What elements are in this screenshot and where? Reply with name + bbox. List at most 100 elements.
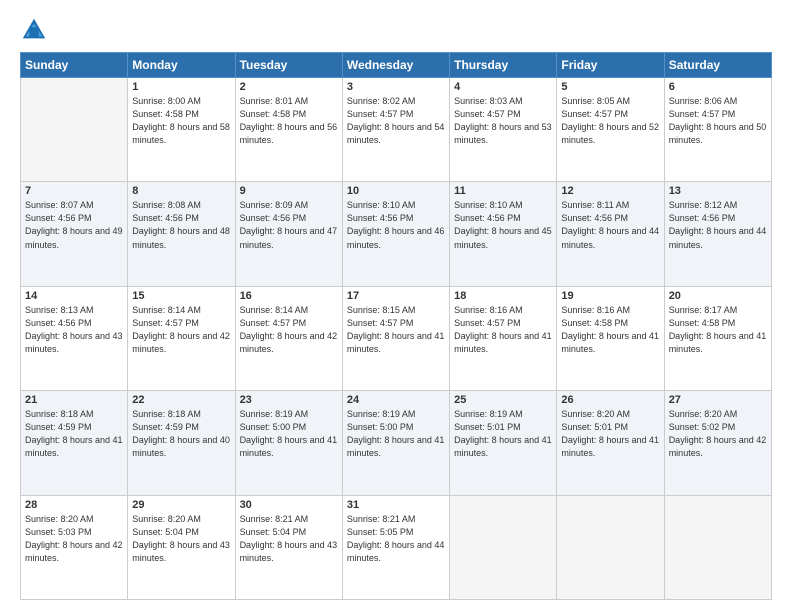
sunset: Sunset: 4:56 PM [347, 213, 414, 223]
sunset: Sunset: 4:57 PM [454, 318, 521, 328]
day-info: Sunrise: 8:10 AM Sunset: 4:56 PM Dayligh… [454, 199, 552, 251]
sunrise: Sunrise: 8:20 AM [669, 409, 738, 419]
sunset: Sunset: 5:03 PM [25, 527, 92, 537]
day-number: 1 [132, 81, 230, 93]
daylight: Daylight: 8 hours and 43 minutes. [25, 331, 123, 354]
sunset: Sunset: 5:04 PM [240, 527, 307, 537]
day-info: Sunrise: 8:01 AM Sunset: 4:58 PM Dayligh… [240, 95, 338, 147]
sunrise: Sunrise: 8:14 AM [132, 305, 201, 315]
logo [20, 16, 52, 44]
day-info: Sunrise: 8:13 AM Sunset: 4:56 PM Dayligh… [25, 304, 123, 356]
day-info: Sunrise: 8:20 AM Sunset: 5:02 PM Dayligh… [669, 408, 767, 460]
sunrise: Sunrise: 8:00 AM [132, 96, 201, 106]
daylight: Daylight: 8 hours and 44 minutes. [669, 226, 767, 249]
sunrise: Sunrise: 8:10 AM [347, 200, 416, 210]
calendar-cell: 12 Sunrise: 8:11 AM Sunset: 4:56 PM Dayl… [557, 182, 664, 286]
sunrise: Sunrise: 8:19 AM [454, 409, 523, 419]
day-number: 17 [347, 290, 445, 302]
day-info: Sunrise: 8:08 AM Sunset: 4:56 PM Dayligh… [132, 199, 230, 251]
week-row-2: 7 Sunrise: 8:07 AM Sunset: 4:56 PM Dayli… [21, 182, 772, 286]
week-row-3: 14 Sunrise: 8:13 AM Sunset: 4:56 PM Dayl… [21, 286, 772, 390]
calendar-cell: 19 Sunrise: 8:16 AM Sunset: 4:58 PM Dayl… [557, 286, 664, 390]
calendar-cell: 26 Sunrise: 8:20 AM Sunset: 5:01 PM Dayl… [557, 391, 664, 495]
sunrise: Sunrise: 8:19 AM [347, 409, 416, 419]
sunrise: Sunrise: 8:12 AM [669, 200, 738, 210]
day-number: 2 [240, 81, 338, 93]
sunset: Sunset: 5:00 PM [240, 422, 307, 432]
day-number: 19 [561, 290, 659, 302]
sunrise: Sunrise: 8:13 AM [25, 305, 94, 315]
daylight: Daylight: 8 hours and 56 minutes. [240, 122, 338, 145]
day-number: 7 [25, 185, 123, 197]
sunrise: Sunrise: 8:19 AM [240, 409, 309, 419]
calendar-cell [21, 78, 128, 182]
calendar-cell: 22 Sunrise: 8:18 AM Sunset: 4:59 PM Dayl… [128, 391, 235, 495]
day-info: Sunrise: 8:18 AM Sunset: 4:59 PM Dayligh… [25, 408, 123, 460]
col-header-friday: Friday [557, 53, 664, 78]
sunset: Sunset: 4:57 PM [132, 318, 199, 328]
daylight: Daylight: 8 hours and 41 minutes. [347, 435, 445, 458]
daylight: Daylight: 8 hours and 41 minutes. [561, 331, 659, 354]
daylight: Daylight: 8 hours and 42 minutes. [25, 540, 123, 563]
sunrise: Sunrise: 8:09 AM [240, 200, 309, 210]
calendar-cell: 27 Sunrise: 8:20 AM Sunset: 5:02 PM Dayl… [664, 391, 771, 495]
day-number: 30 [240, 499, 338, 511]
day-number: 11 [454, 185, 552, 197]
sunrise: Sunrise: 8:14 AM [240, 305, 309, 315]
calendar-cell: 8 Sunrise: 8:08 AM Sunset: 4:56 PM Dayli… [128, 182, 235, 286]
sunset: Sunset: 4:57 PM [240, 318, 307, 328]
sunset: Sunset: 4:56 PM [454, 213, 521, 223]
col-header-sunday: Sunday [21, 53, 128, 78]
calendar-cell: 16 Sunrise: 8:14 AM Sunset: 4:57 PM Dayl… [235, 286, 342, 390]
sunset: Sunset: 4:58 PM [669, 318, 736, 328]
sunrise: Sunrise: 8:02 AM [347, 96, 416, 106]
day-info: Sunrise: 8:15 AM Sunset: 4:57 PM Dayligh… [347, 304, 445, 356]
sunset: Sunset: 5:04 PM [132, 527, 199, 537]
week-row-5: 28 Sunrise: 8:20 AM Sunset: 5:03 PM Dayl… [21, 495, 772, 599]
day-info: Sunrise: 8:18 AM Sunset: 4:59 PM Dayligh… [132, 408, 230, 460]
sunset: Sunset: 5:05 PM [347, 527, 414, 537]
calendar-cell: 15 Sunrise: 8:14 AM Sunset: 4:57 PM Dayl… [128, 286, 235, 390]
daylight: Daylight: 8 hours and 54 minutes. [347, 122, 445, 145]
day-info: Sunrise: 8:20 AM Sunset: 5:03 PM Dayligh… [25, 513, 123, 565]
day-number: 20 [669, 290, 767, 302]
calendar-cell: 31 Sunrise: 8:21 AM Sunset: 5:05 PM Dayl… [342, 495, 449, 599]
day-info: Sunrise: 8:20 AM Sunset: 5:01 PM Dayligh… [561, 408, 659, 460]
day-info: Sunrise: 8:17 AM Sunset: 4:58 PM Dayligh… [669, 304, 767, 356]
sunset: Sunset: 5:02 PM [669, 422, 736, 432]
day-number: 28 [25, 499, 123, 511]
col-header-tuesday: Tuesday [235, 53, 342, 78]
calendar-cell [450, 495, 557, 599]
sunset: Sunset: 4:57 PM [561, 109, 628, 119]
calendar-cell: 2 Sunrise: 8:01 AM Sunset: 4:58 PM Dayli… [235, 78, 342, 182]
sunrise: Sunrise: 8:05 AM [561, 96, 630, 106]
sunrise: Sunrise: 8:11 AM [561, 200, 629, 210]
daylight: Daylight: 8 hours and 43 minutes. [132, 540, 230, 563]
day-number: 4 [454, 81, 552, 93]
logo-icon [20, 16, 48, 44]
daylight: Daylight: 8 hours and 50 minutes. [669, 122, 767, 145]
calendar-cell: 30 Sunrise: 8:21 AM Sunset: 5:04 PM Dayl… [235, 495, 342, 599]
day-info: Sunrise: 8:16 AM Sunset: 4:58 PM Dayligh… [561, 304, 659, 356]
calendar-cell: 7 Sunrise: 8:07 AM Sunset: 4:56 PM Dayli… [21, 182, 128, 286]
day-info: Sunrise: 8:05 AM Sunset: 4:57 PM Dayligh… [561, 95, 659, 147]
calendar-cell: 25 Sunrise: 8:19 AM Sunset: 5:01 PM Dayl… [450, 391, 557, 495]
daylight: Daylight: 8 hours and 41 minutes. [669, 331, 767, 354]
daylight: Daylight: 8 hours and 41 minutes. [561, 435, 659, 458]
sunrise: Sunrise: 8:18 AM [25, 409, 94, 419]
calendar-cell: 21 Sunrise: 8:18 AM Sunset: 4:59 PM Dayl… [21, 391, 128, 495]
daylight: Daylight: 8 hours and 58 minutes. [132, 122, 230, 145]
calendar-cell: 28 Sunrise: 8:20 AM Sunset: 5:03 PM Dayl… [21, 495, 128, 599]
calendar-cell: 4 Sunrise: 8:03 AM Sunset: 4:57 PM Dayli… [450, 78, 557, 182]
day-number: 13 [669, 185, 767, 197]
day-info: Sunrise: 8:06 AM Sunset: 4:57 PM Dayligh… [669, 95, 767, 147]
sunset: Sunset: 4:58 PM [240, 109, 307, 119]
day-info: Sunrise: 8:10 AM Sunset: 4:56 PM Dayligh… [347, 199, 445, 251]
daylight: Daylight: 8 hours and 47 minutes. [240, 226, 338, 249]
calendar-cell: 20 Sunrise: 8:17 AM Sunset: 4:58 PM Dayl… [664, 286, 771, 390]
sunrise: Sunrise: 8:07 AM [25, 200, 94, 210]
sunrise: Sunrise: 8:17 AM [669, 305, 738, 315]
daylight: Daylight: 8 hours and 42 minutes. [240, 331, 338, 354]
sunrise: Sunrise: 8:10 AM [454, 200, 523, 210]
sunset: Sunset: 5:01 PM [561, 422, 628, 432]
